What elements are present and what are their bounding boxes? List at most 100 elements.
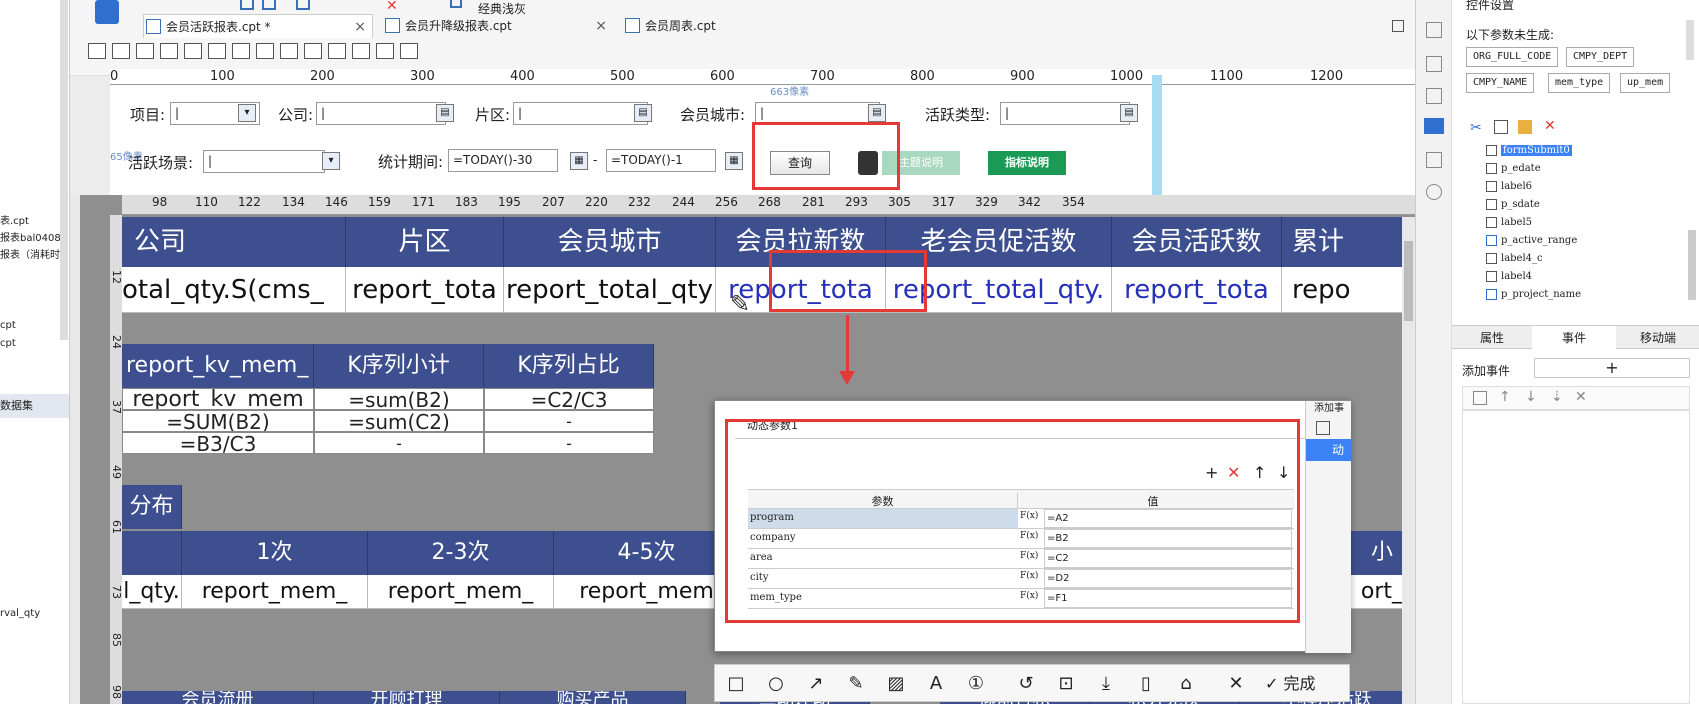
area-input[interactable]: | <box>513 102 648 125</box>
cell-company[interactable]: otal_qty.S(cms_ <box>122 267 346 313</box>
undo-icon[interactable] <box>240 0 254 10</box>
widget-list-icon[interactable] <box>232 43 250 59</box>
param-tag[interactable]: mem_type <box>1548 73 1611 93</box>
calendar-icon[interactable]: ▦ <box>570 152 588 170</box>
layout-icon[interactable] <box>1426 22 1442 38</box>
freq-header-3[interactable]: 4-5次 <box>554 531 740 575</box>
header-active-members[interactable]: 会员活跃数 <box>1112 217 1282 267</box>
left-item-2[interactable]: 报表bal0408. <box>0 229 64 244</box>
kv-cell[interactable]: =sum(B2) <box>314 388 484 410</box>
left-scrollbar[interactable] <box>60 0 68 340</box>
tree-select-icon[interactable]: ▤ <box>436 104 454 122</box>
up-arrow-icon[interactable]: ↑ <box>1499 389 1511 405</box>
tree-item[interactable]: p_project_name <box>1486 289 1581 300</box>
dataset-header[interactable]: 数据集 <box>0 394 69 418</box>
ocr-icon[interactable]: ⊡ <box>1055 673 1077 695</box>
arrow-icon[interactable]: ↗ <box>805 673 827 695</box>
close-icon[interactable]: × <box>595 14 607 38</box>
delete-icon[interactable]: ✕ <box>386 0 398 14</box>
vertical-scrollbar[interactable] <box>1402 217 1415 704</box>
tab-member-active[interactable]: 会员活跃报表.cpt * × <box>143 14 373 38</box>
metric-button[interactable]: 指标说明 <box>988 151 1066 175</box>
arrow-icon[interactable] <box>450 0 462 8</box>
side-item[interactable]: 动 <box>1306 439 1352 461</box>
pencil-icon[interactable]: ✎ <box>845 673 867 695</box>
kv-cell[interactable]: =SUM(B2) <box>122 410 314 432</box>
left-item-3[interactable]: 报表（消耗时 <box>0 246 60 261</box>
widget-table-icon[interactable] <box>184 43 202 59</box>
header-city[interactable]: 会员城市 <box>504 217 716 267</box>
tab-events[interactable]: 事件 <box>1532 326 1616 350</box>
cancel-icon[interactable]: ✕ <box>1225 673 1247 695</box>
cell-cumulative[interactable]: repo <box>1282 267 1415 313</box>
kv-cell[interactable]: - <box>484 432 654 454</box>
tree-select-icon[interactable]: ▤ <box>634 104 652 122</box>
widget-label-icon[interactable] <box>112 43 130 59</box>
kv-header-3[interactable]: K序列占比 <box>484 344 654 388</box>
param-tag[interactable]: CMPY_DEPT <box>1566 47 1635 67</box>
param-tag[interactable]: up_mem <box>1620 73 1671 93</box>
tab-member-weekly[interactable]: 会员周表.cpt <box>623 14 823 38</box>
params-scrollbar[interactable] <box>1686 20 1694 60</box>
kv-cell[interactable]: =B3/C3 <box>122 432 314 454</box>
scene-input[interactable]: | <box>203 150 325 173</box>
link-icon[interactable] <box>1426 184 1442 200</box>
start-date-input[interactable]: =TODAY()-30 <box>448 149 558 172</box>
calendar-icon[interactable]: ▦ <box>725 152 743 170</box>
frame-icon[interactable] <box>1426 88 1442 104</box>
kv-cell[interactable]: report_kv_mem <box>122 388 314 410</box>
kv-header-1[interactable]: report_kv_mem_ <box>122 344 314 388</box>
down-arrow-icon[interactable]: ↓ <box>1525 389 1537 405</box>
widget-number-icon[interactable] <box>208 43 226 59</box>
param-tag[interactable]: ORG_FULL_CODE <box>1466 47 1559 67</box>
grid-icon[interactable] <box>1426 56 1442 72</box>
widget-settings-icon[interactable] <box>1424 118 1444 134</box>
tree-select-icon[interactable]: ▤ <box>1120 104 1138 122</box>
bottom-header-3[interactable]: 购买产品 <box>500 691 686 704</box>
copy-icon[interactable] <box>1494 120 1508 134</box>
tree-item[interactable]: label4_c <box>1486 253 1543 264</box>
dropdown-icon[interactable]: ▾ <box>322 152 340 170</box>
close-icon[interactable]: × <box>354 15 366 39</box>
freq-cell[interactable]: report_mem_ <box>182 575 368 609</box>
text-icon[interactable]: A <box>925 673 947 695</box>
company-input[interactable]: | <box>316 102 446 125</box>
freq-header-2[interactable]: 2-3次 <box>368 531 554 575</box>
tab-properties[interactable]: 属性 <box>1452 326 1532 350</box>
kv-cell[interactable]: =sum(C2) <box>314 410 484 432</box>
widget-text-icon[interactable] <box>304 43 322 59</box>
add-event-button[interactable]: + <box>1534 358 1690 378</box>
cell-city[interactable]: report_total_qty <box>504 267 716 313</box>
mosaic-icon[interactable]: ▨ <box>885 673 907 695</box>
distribution-label[interactable]: 分布 <box>122 485 182 529</box>
tree-item[interactable]: label4 <box>1486 271 1532 282</box>
widget-combo-icon[interactable] <box>328 43 346 59</box>
circle-icon[interactable]: ○ <box>765 673 787 695</box>
widget-checkbox-icon[interactable] <box>280 43 298 59</box>
tree-item[interactable]: p_active_range <box>1486 235 1577 246</box>
widget-button-icon[interactable] <box>88 43 106 59</box>
tree-item[interactable]: label5 <box>1486 217 1532 228</box>
scroll-thumb[interactable] <box>1404 241 1413 321</box>
tree-item[interactable]: p_edate <box>1486 163 1541 174</box>
tab-mobile[interactable]: 移动端 <box>1616 326 1699 350</box>
paste-icon[interactable] <box>1518 120 1532 134</box>
copy-icon[interactable] <box>1473 391 1487 405</box>
freq-cell[interactable]: report_mem <box>554 575 740 609</box>
download-icon[interactable]: ⤓ <box>1095 673 1117 695</box>
stack-icon[interactable] <box>1426 152 1442 168</box>
undo-icon[interactable]: ↺ <box>1015 673 1037 695</box>
close-icon[interactable]: ✕ <box>1575 389 1587 405</box>
tree-scrollbar[interactable] <box>1688 230 1696 300</box>
app-logo-icon[interactable] <box>95 0 119 24</box>
bookmark-icon[interactable]: ⌂ <box>1175 673 1197 695</box>
active-type-input[interactable]: | <box>1000 102 1130 125</box>
rectangle-icon[interactable]: □ <box>725 673 747 695</box>
widget-tag-icon[interactable] <box>400 43 418 59</box>
redo-icon[interactable] <box>262 0 276 10</box>
widget-date-icon[interactable] <box>352 43 370 59</box>
left-item-1[interactable]: 表.cpt <box>0 212 29 227</box>
kv-cell[interactable]: - <box>484 410 654 432</box>
widget-textarea-icon[interactable] <box>160 43 178 59</box>
dropdown-icon[interactable]: ▾ <box>238 104 256 122</box>
